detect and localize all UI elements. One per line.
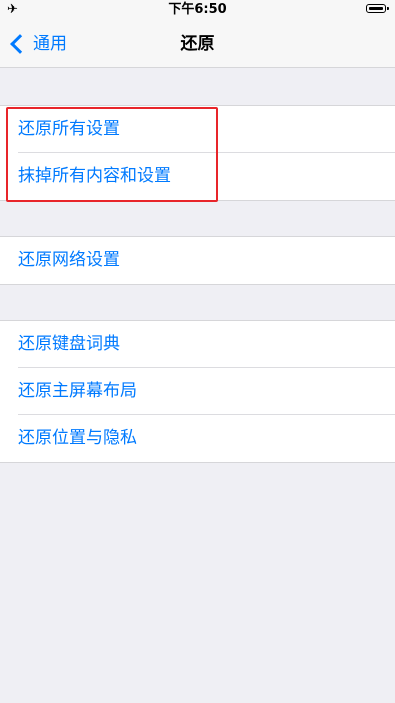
reset-keyboard-dictionary-row[interactable]: 还原键盘词典: [0, 321, 395, 368]
reset-location-privacy-label: 还原位置与隐私: [18, 428, 137, 448]
network-group: 还原网络设置: [0, 236, 395, 285]
reset-location-privacy-row[interactable]: 还原位置与隐私: [0, 415, 395, 462]
page-title: 还原: [180, 34, 215, 54]
navigation-bar: 通用 还原: [0, 20, 395, 68]
erase-all-content-label: 抹掉所有内容和设置: [18, 166, 171, 186]
reset-all-settings-row[interactable]: 还原所有设置: [0, 106, 395, 153]
erase-all-content-row[interactable]: 抹掉所有内容和设置: [0, 153, 395, 200]
other-reset-group: 还原键盘词典 还原主屏幕布局 还原位置与隐私: [0, 320, 395, 463]
reset-all-settings-label: 还原所有设置: [18, 119, 120, 139]
status-bar: ✈ 下午6:50: [0, 0, 395, 20]
reset-network-settings-label: 还原网络设置: [18, 250, 120, 270]
reset-home-screen-layout-row[interactable]: 还原主屏幕布局: [0, 368, 395, 415]
battery-icon: [366, 4, 389, 13]
reset-home-screen-layout-label: 还原主屏幕布局: [18, 381, 137, 401]
reset-network-settings-row[interactable]: 还原网络设置: [0, 237, 395, 284]
reset-keyboard-dictionary-label: 还原键盘词典: [18, 334, 120, 354]
reset-settings-group: 还原所有设置 抹掉所有内容和设置: [0, 105, 395, 201]
status-time: 下午6:50: [168, 2, 227, 17]
